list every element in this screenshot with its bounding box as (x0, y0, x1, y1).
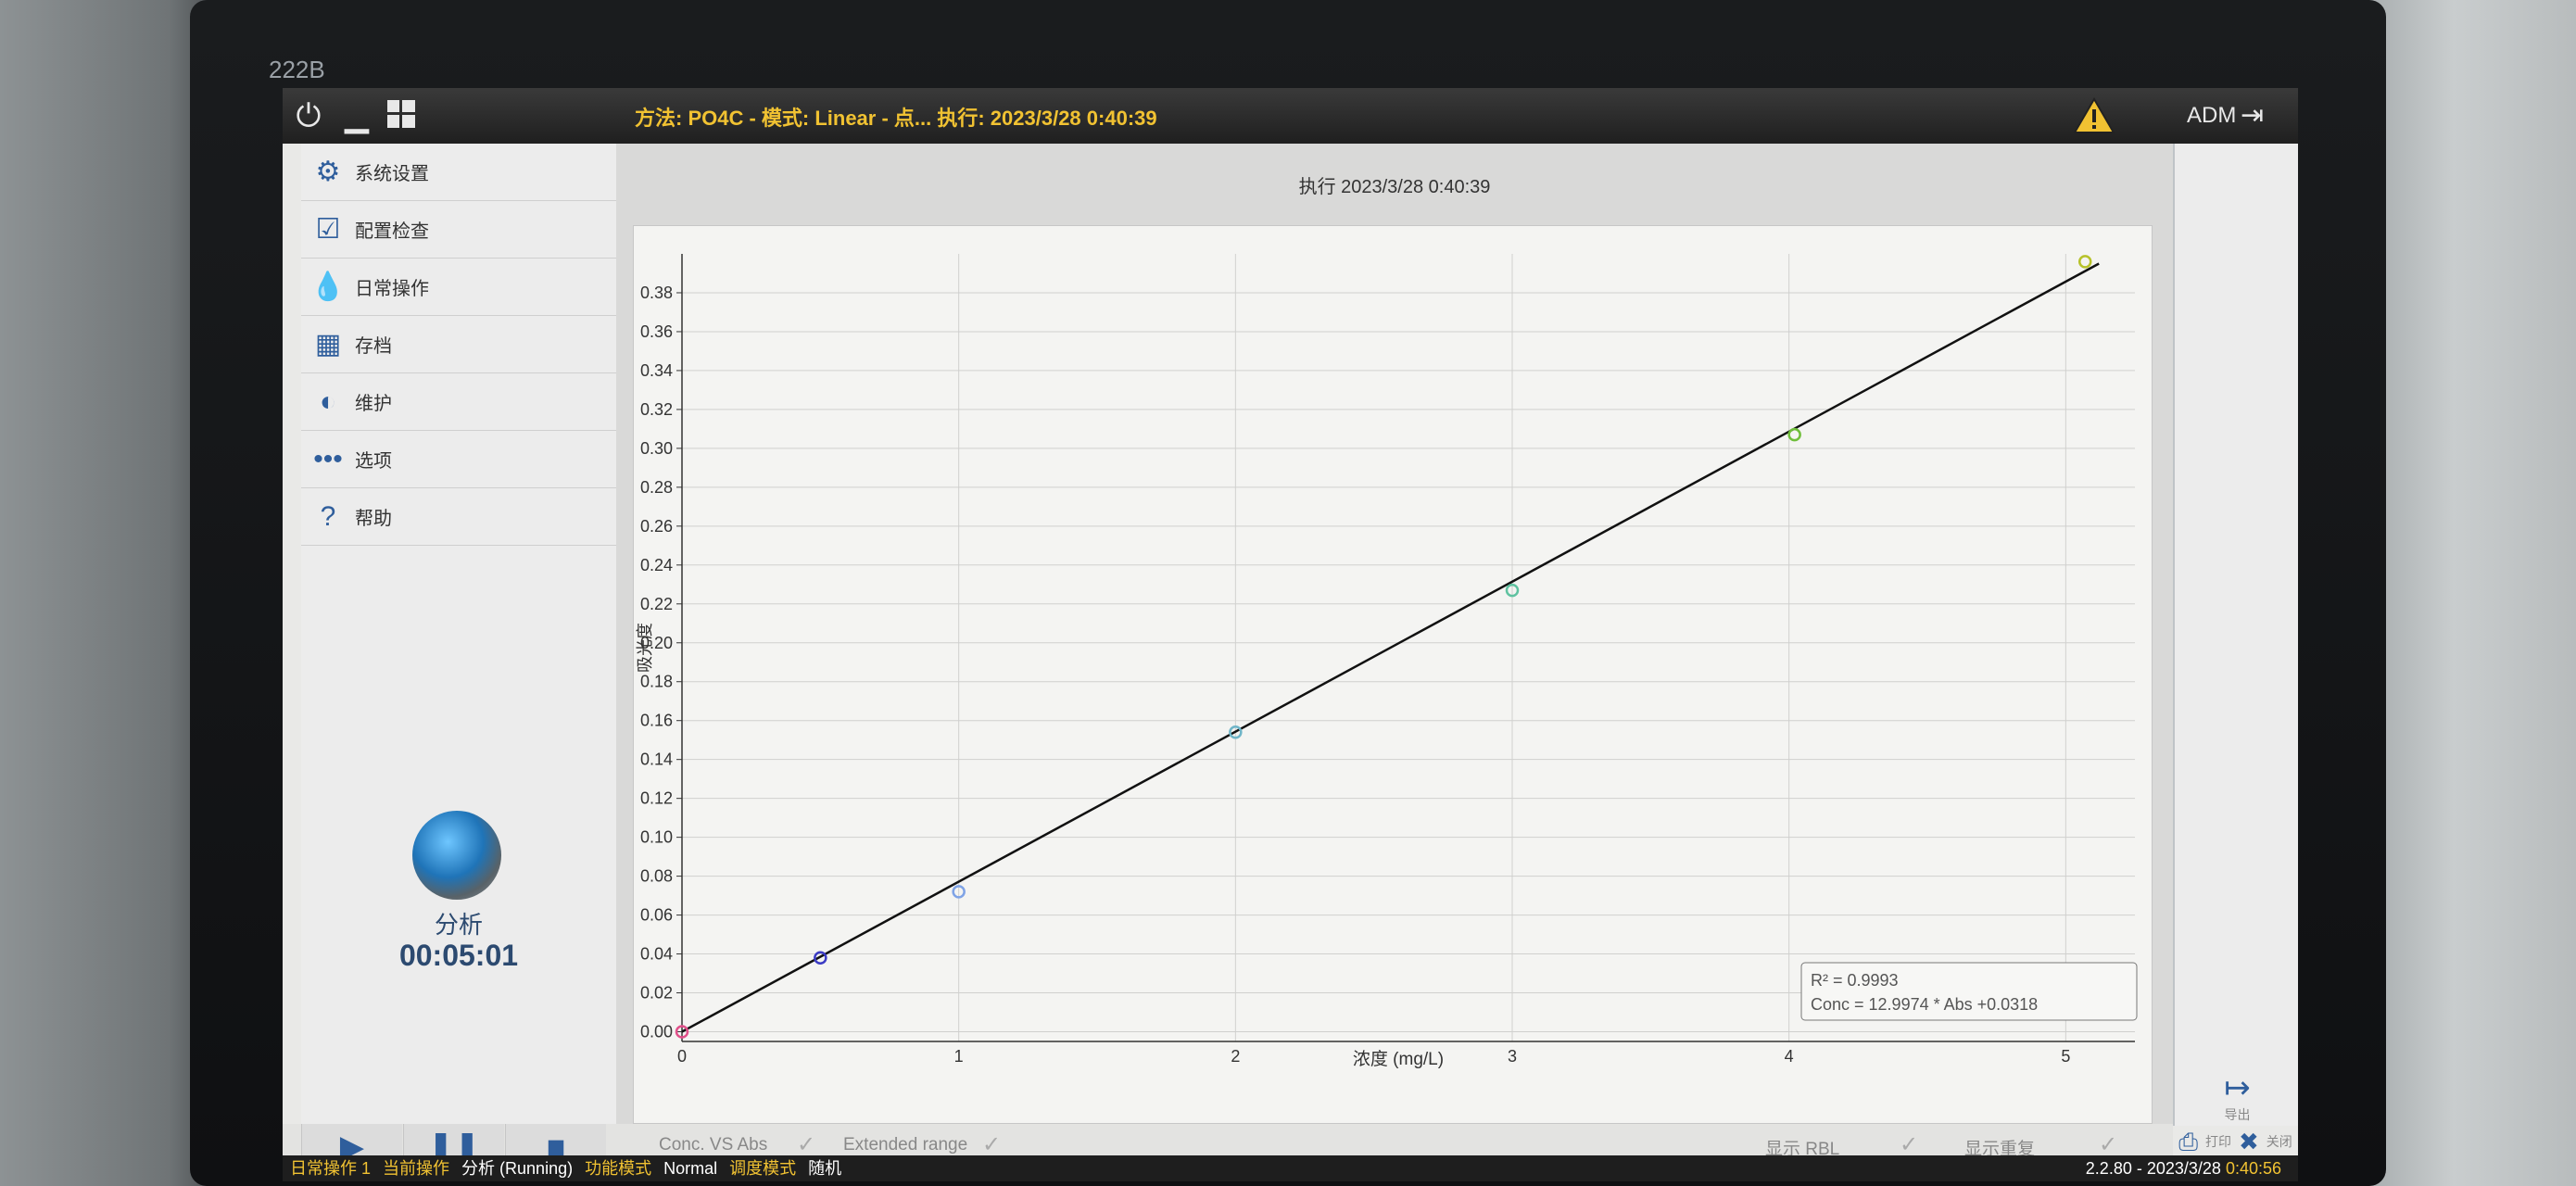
checkbox-icon: ☑ (315, 214, 341, 245)
y-tick-label: 0.00 (640, 1023, 673, 1041)
export-button[interactable]: ↦ 导出 (2175, 1070, 2298, 1124)
user-label: ADM (2187, 103, 2237, 128)
minimize-icon[interactable]: ▁ (340, 99, 373, 132)
x-axis-label: 浓度 (mg/L) (1353, 1049, 1444, 1069)
y-tick-label: 0.24 (640, 556, 673, 574)
y-tick-label: 0.32 (640, 400, 673, 419)
x-tick-label: 3 (1508, 1047, 1517, 1066)
y-tick-label: 0.22 (640, 595, 673, 613)
analyzer-logo (412, 811, 501, 900)
status-current-op-value: 分析 (Running) (461, 1159, 574, 1178)
run-timer: 00:05:01 (398, 939, 519, 972)
sidebar: ⚙ 系统设置 ☑ 配置检查 💧 日常操作 ▦ 存档 ◐ 维护 ••• 选项 ? … (301, 144, 616, 1126)
extended-range-option[interactable]: Extended range (843, 1135, 967, 1155)
right-toolbar: ↦ 导出 (2173, 144, 2298, 1126)
sidebar-item-config-check[interactable]: ☑ 配置检查 (301, 201, 616, 259)
y-tick-label: 0.34 (640, 361, 673, 380)
y-tick-label: 0.16 (640, 712, 673, 730)
y-tick-label: 0.04 (640, 945, 673, 964)
chart-svg: 0.00 0.02 0.04 0.06 0.08 0.10 0.12 0.14 0.16 0.18… (636, 254, 2138, 1069)
grid-lines (676, 254, 2135, 1041)
x-tick-label: 5 (2061, 1047, 2070, 1066)
sidebar-item-label: 帮助 (355, 509, 392, 529)
y-tick-label: 0.14 (640, 751, 673, 769)
run-title: 执行 2023/3/28 0:40:39 (1298, 177, 1491, 197)
sidebar-item-label: 维护 (355, 394, 392, 414)
status-function-mode-key: 功能模式 (585, 1159, 652, 1178)
data-point (2077, 255, 2092, 269)
export-icon: ↦ (2224, 1070, 2251, 1105)
extended-range-check-icon[interactable]: ✓ (982, 1131, 1001, 1158)
top-bar: ⏻ ▁ 方法: PO4C - 模式: Linear - 点... 执行: 202… (283, 88, 2298, 144)
sidebar-item-label: 日常操作 (355, 279, 429, 299)
sidebar-item-label: 系统设置 (355, 164, 429, 184)
status-bar: 日常操作 1 当前操作 分析 (Running) 功能模式 Normal 调度模… (283, 1155, 2298, 1181)
method-title: 方法: PO4C - 模式: Linear - 点... 执行: 2023/3/… (635, 107, 1157, 130)
run-state-label: 分析 (434, 911, 483, 939)
more-icon: ••• (313, 443, 343, 474)
archive-icon: ▦ (314, 329, 342, 360)
y-tick-label: 0.18 (640, 673, 673, 691)
sidebar-item-system-settings[interactable]: ⚙ 系统设置 (301, 144, 616, 201)
close-label: 关闭 (2266, 1134, 2292, 1149)
power-icon[interactable]: ⏻ (292, 99, 325, 132)
y-tick-label: 0.12 (640, 789, 673, 808)
y-tick-label: 0.08 (640, 867, 673, 886)
status-schedule-mode-value: 随机 (808, 1159, 842, 1178)
sidebar-item-options[interactable]: ••• 选项 (301, 431, 616, 488)
status-current-op-key: 当前操作 (383, 1159, 450, 1178)
print-button[interactable]: ⎙ 打印 ✖ 关闭 (2173, 1128, 2298, 1155)
status-function-mode-value: Normal (663, 1159, 718, 1178)
gear-icon: ⚙ (315, 157, 341, 187)
x-tick-label: 0 (677, 1047, 687, 1066)
sidebar-item-maintenance[interactable]: ◐ 维护 (301, 373, 616, 431)
help-icon: ? (320, 500, 336, 532)
y-tick-label: 0.02 (640, 984, 673, 1003)
windows-icon[interactable] (385, 99, 418, 132)
sidebar-item-help[interactable]: ? 帮助 (301, 488, 616, 546)
bezel-label: 222B (269, 56, 325, 83)
export-label: 导出 (2224, 1107, 2251, 1122)
sidebar-item-routine[interactable]: 💧 日常操作 (301, 259, 616, 316)
sidebar-item-label: 配置检查 (355, 221, 429, 242)
y-tick-label: 0.30 (640, 439, 673, 458)
sidebar-item-archive[interactable]: ▦ 存档 (301, 316, 616, 373)
close-icon[interactable]: ✖ (2239, 1129, 2259, 1154)
main-panel: 执行 2023/3/28 0:40:39 0.00 0.02 0.04 0.06 0.0… (616, 144, 2173, 1126)
y-tick-label: 0.06 (640, 906, 673, 925)
regression-equation: Conc = 12.9974 * Abs +0.0318 (1811, 995, 2038, 1014)
show-rbl-check-icon[interactable]: ✓ (1900, 1131, 1918, 1158)
y-tick-label: 0.38 (640, 284, 673, 302)
conc-vs-abs-check-icon[interactable]: ✓ (797, 1131, 815, 1158)
calibration-plot: 0.00 0.02 0.04 0.06 0.08 0.10 0.12 0.14 0.16 0.18… (633, 225, 2153, 1124)
y-tick-label: 0.28 (640, 478, 673, 497)
y-axis-label: 吸光度 (636, 623, 654, 673)
warning-icon[interactable] (2073, 97, 2115, 134)
status-clock: 0:40:56 (2225, 1159, 2281, 1178)
logout-icon[interactable]: ⇥ (2241, 99, 2274, 132)
y-tick-label: 0.10 (640, 828, 673, 847)
print-label: 打印 (2205, 1134, 2231, 1149)
x-tick-label: 1 (954, 1047, 964, 1066)
status-right: 2.2.80 - 2023/3/28 0:40:56 (2086, 1155, 2281, 1181)
droplet-icon: 💧 (310, 271, 346, 302)
x-tick-label: 2 (1231, 1047, 1240, 1066)
y-tick-label: 0.26 (640, 517, 673, 536)
status-routine: 日常操作 1 (290, 1159, 372, 1178)
print-icon: ⎙ (2178, 1128, 2198, 1155)
maintenance-icon: ◐ (319, 385, 337, 417)
show-repeat-check-icon[interactable]: ✓ (2099, 1131, 2117, 1158)
y-tick-label: 0.36 (640, 322, 673, 341)
sidebar-item-label: 选项 (355, 451, 392, 472)
status-version-date: 2.2.80 - 2023/3/28 (2085, 1159, 2221, 1178)
screen: ⏻ ▁ 方法: PO4C - 模式: Linear - 点... 执行: 202… (283, 88, 2298, 1181)
conc-vs-abs-option[interactable]: Conc. VS Abs (659, 1135, 767, 1155)
sidebar-item-label: 存档 (355, 336, 392, 357)
status-schedule-mode-key: 调度模式 (729, 1159, 797, 1178)
status-left: 日常操作 1 当前操作 分析 (Running) 功能模式 Normal 调度模… (283, 1159, 841, 1178)
x-tick-label: 4 (1785, 1047, 1794, 1066)
fit-line (681, 262, 2100, 1033)
data-point (1787, 427, 1801, 442)
r-squared-label: R² = 0.9993 (1811, 971, 1899, 990)
